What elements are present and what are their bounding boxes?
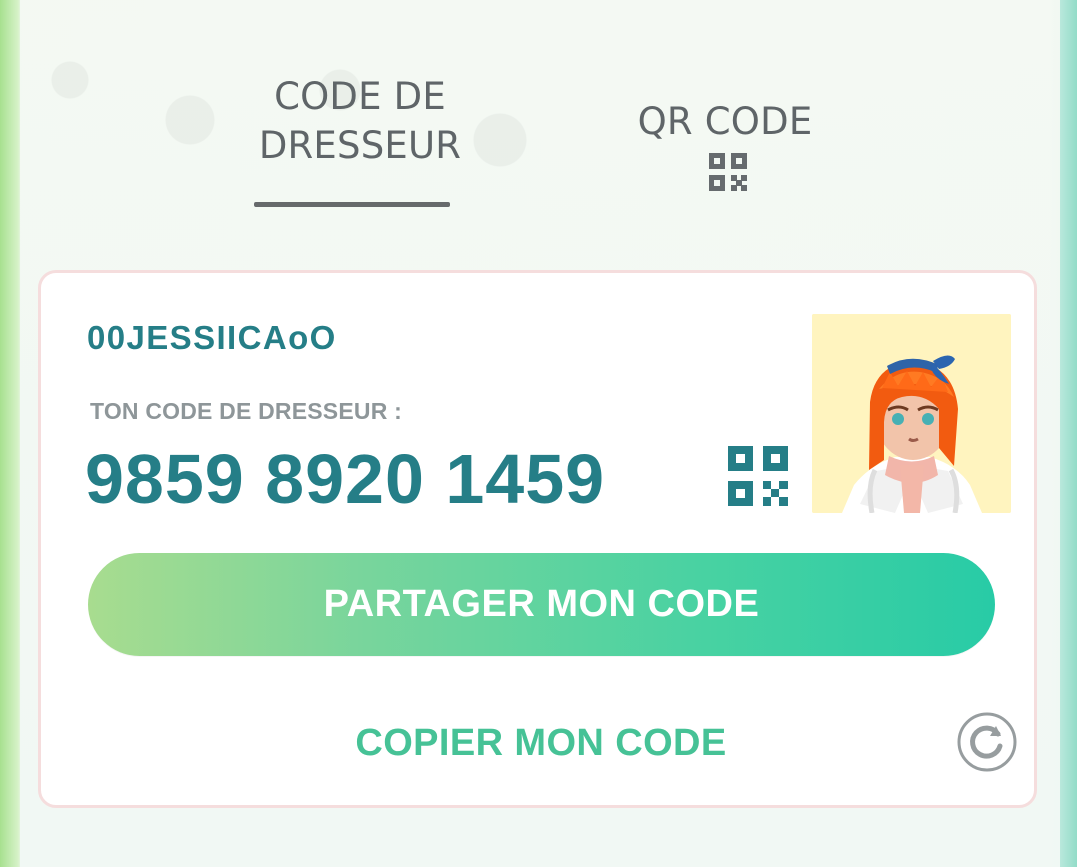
trainer-name: 00JESSIICAoO — [87, 319, 337, 356]
share-code-button[interactable]: PARTAGER MON CODE — [88, 553, 995, 656]
qr-code-icon-svg — [709, 153, 747, 191]
code-tabs: CODE DE DRESSEUR QR CODE — [20, 0, 1060, 240]
refresh-icon[interactable] — [956, 711, 1018, 773]
large-qr-code-icon-svg — [728, 446, 788, 506]
qr-code-icon[interactable] — [728, 446, 788, 506]
trainer-code-label: TON CODE DE DRESSEUR : — [90, 398, 402, 424]
trainer-code-screen: CODE DE DRESSEUR QR CODE 00JESSIICAoO TO… — [0, 0, 1077, 867]
trainer-code-card: 00JESSIICAoO TON CODE DE DRESSEUR : 9859… — [38, 270, 1037, 808]
active-tab-indicator — [254, 202, 450, 207]
tab-trainer-code-line1: CODE DE — [274, 75, 446, 118]
copy-code-button[interactable]: COPIER MON CODE — [316, 718, 766, 768]
tab-qr-code[interactable]: QR CODE — [620, 97, 830, 146]
refresh-icon-svg — [957, 712, 1017, 772]
trainer-avatar-illustration — [812, 314, 1011, 513]
tab-trainer-code-line2: DRESSEUR — [258, 124, 462, 167]
qr-code-icon[interactable] — [709, 153, 747, 191]
trainer-code-value: 9859 8920 1459 — [85, 440, 606, 518]
trainer-avatar — [812, 314, 1011, 513]
tab-trainer-code[interactable]: CODE DE DRESSEUR — [230, 72, 490, 170]
